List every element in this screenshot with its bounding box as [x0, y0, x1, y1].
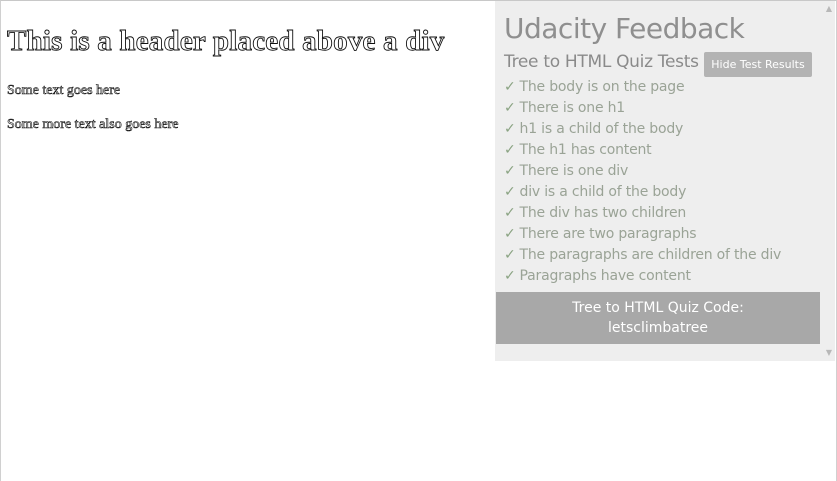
test-result-label: There is one h1 — [519, 100, 626, 116]
test-result-item: ✓ h1 is a child of the body — [504, 119, 781, 140]
test-result-item: ✓ The body is on the page — [504, 77, 781, 98]
test-result-item: ✓ div is a child of the body — [504, 182, 781, 203]
check-icon: ✓ — [504, 142, 516, 158]
check-icon: ✓ — [504, 247, 516, 263]
feedback-subtitle: Tree to HTML Quiz Tests — [504, 52, 699, 72]
check-icon: ✓ — [504, 205, 516, 221]
check-icon: ✓ — [504, 121, 516, 137]
test-result-label: Paragraphs have content — [519, 268, 691, 284]
page-heading: This is a header placed above a div — [7, 25, 445, 58]
paragraph-2: Some more text also goes here — [7, 117, 179, 133]
check-icon: ✓ — [504, 184, 516, 200]
feedback-scrollbar[interactable]: ▲ ▼ — [823, 1, 835, 361]
scroll-up-arrow-icon[interactable]: ▲ — [823, 3, 835, 15]
test-result-label: There is one div — [519, 163, 629, 179]
test-result-label: The paragraphs are children of the div — [519, 247, 782, 263]
udacity-feedback-panel: Udacity Feedback Tree to HTML Quiz Tests… — [495, 1, 835, 361]
test-result-label: The body is on the page — [519, 79, 685, 95]
test-result-label: There are two paragraphs — [519, 226, 697, 242]
check-icon: ✓ — [504, 100, 516, 116]
quiz-code-value: letsclimbatree — [607, 320, 709, 336]
test-result-label: The h1 has content — [519, 142, 652, 158]
test-result-item: ✓ The div has two children — [504, 203, 781, 224]
quiz-code-box: Tree to HTML Quiz Code: letsclimbatree — [496, 292, 820, 344]
test-result-item: ✓ There is one div — [504, 161, 781, 182]
paragraph-1: Some text goes here — [7, 83, 121, 99]
quiz-code-label: Tree to HTML Quiz Code: — [572, 300, 744, 316]
test-result-item: ✓ Paragraphs have content — [504, 266, 781, 287]
scroll-down-arrow-icon[interactable]: ▼ — [823, 347, 835, 359]
check-icon: ✓ — [504, 268, 516, 284]
test-result-item: ✓ The h1 has content — [504, 140, 781, 161]
test-result-label: div is a child of the body — [519, 184, 687, 200]
test-result-item: ✓ There are two paragraphs — [504, 224, 781, 245]
test-result-label: The div has two children — [519, 205, 687, 221]
hide-test-results-button[interactable]: Hide Test Results — [704, 52, 812, 77]
test-result-label: h1 is a child of the body — [519, 121, 684, 137]
check-icon: ✓ — [504, 226, 516, 242]
test-result-item: ✓ There is one h1 — [504, 98, 781, 119]
check-icon: ✓ — [504, 163, 516, 179]
test-results-list: ✓ The body is on the page ✓ There is one h… — [504, 77, 781, 287]
check-icon: ✓ — [504, 79, 516, 95]
test-result-item: ✓ The paragraphs are children of the div — [504, 245, 781, 266]
feedback-title: Udacity Feedback — [504, 12, 745, 45]
